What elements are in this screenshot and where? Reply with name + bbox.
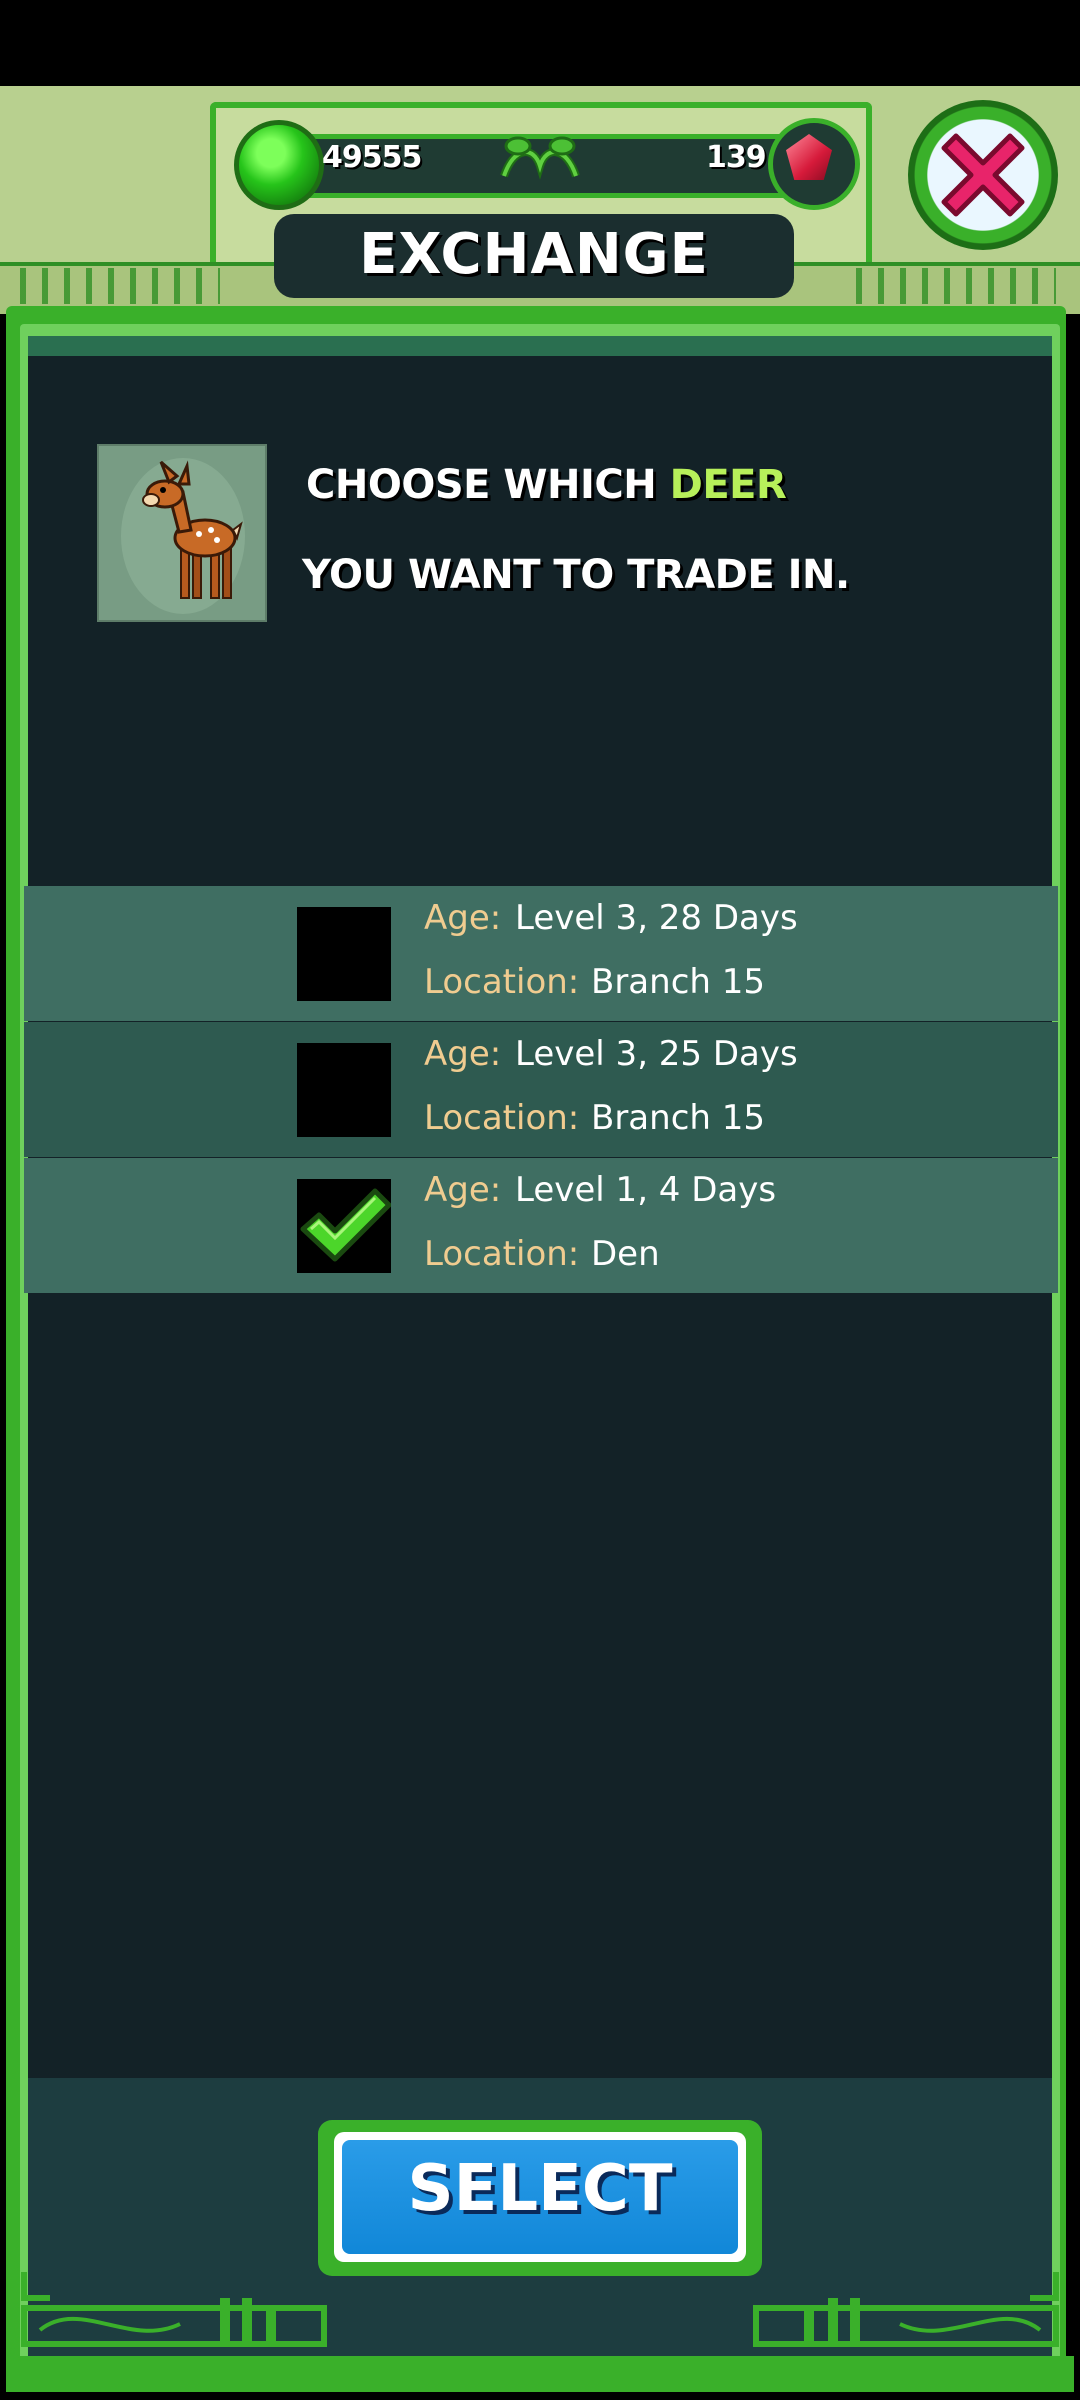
page-title: EXCHANGE — [359, 222, 709, 287]
age-label: Age: — [424, 898, 502, 938]
close-x-icon — [941, 133, 1025, 217]
age-label: Age: — [424, 1034, 502, 1074]
panel-top-band — [28, 336, 1052, 356]
checkbox[interactable] — [297, 1043, 391, 1137]
age-value: Level 1, 4 Days — [515, 1170, 777, 1210]
age-label: Age: — [424, 1170, 502, 1210]
frame-bottom-edge — [6, 2356, 1074, 2392]
deer-icon — [121, 458, 245, 614]
prompt-prefix: CHOOSE WHICH — [306, 462, 670, 508]
checkbox[interactable] — [297, 907, 391, 1001]
location-value: Branch 15 — [591, 1098, 766, 1138]
header-rail-pattern-right — [856, 268, 1056, 304]
location-label: Location: — [424, 962, 580, 1002]
location-value: Branch 15 — [591, 962, 766, 1002]
ruby-count: 139 — [706, 140, 767, 175]
corner-ornament-left — [21, 2272, 327, 2347]
green-gem-icon — [234, 120, 324, 210]
checkmark-icon — [300, 1188, 392, 1262]
location-label: Location: — [424, 1234, 580, 1274]
prompt-line-1: CHOOSE WHICH DEER — [306, 462, 787, 508]
location-label: Location: — [424, 1098, 580, 1138]
age-value: Level 3, 28 Days — [515, 898, 798, 938]
location-value: Den — [591, 1234, 660, 1274]
header-rail-pattern-left — [20, 268, 220, 304]
select-button-label: SELECT — [407, 2152, 673, 2226]
prompt-animal: DEER — [669, 462, 787, 508]
prompt-line-2: YOU WANT TO TRADE IN. — [302, 552, 850, 598]
checkbox-checked[interactable] — [297, 1179, 392, 1273]
vine-ornament-icon — [500, 136, 580, 180]
close-button[interactable] — [908, 100, 1058, 250]
deer-thumbnail — [97, 444, 267, 622]
age-value: Level 3, 25 Days — [515, 1034, 798, 1074]
emerald-count: 49555 — [322, 140, 422, 175]
corner-ornament-right — [753, 2272, 1059, 2347]
status-bar — [0, 0, 1080, 86]
